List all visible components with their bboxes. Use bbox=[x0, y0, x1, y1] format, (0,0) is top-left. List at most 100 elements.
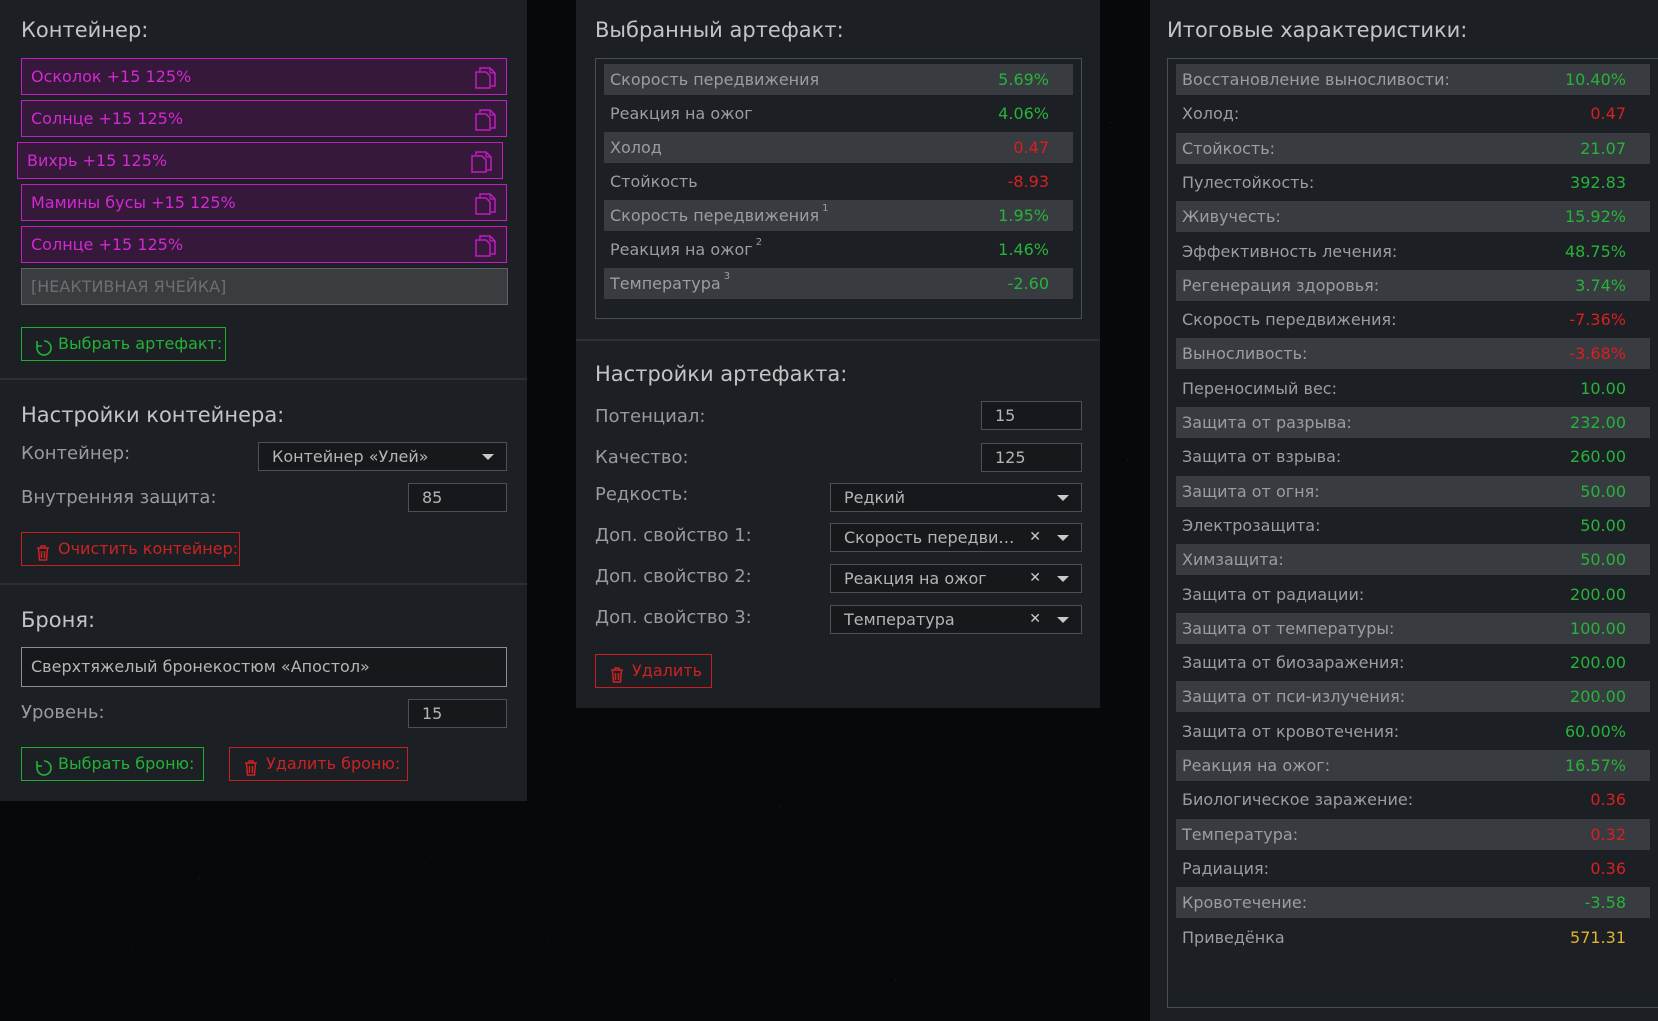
inner-protection-input[interactable]: 85 bbox=[408, 483, 507, 512]
artifact-stat-row: Скорость передвижения 5.69% bbox=[604, 64, 1073, 95]
container-type-value: Контейнер «Улей» bbox=[272, 447, 429, 466]
artifact-stat-row: Температура 3 -2.60 bbox=[604, 268, 1073, 299]
armor-title: Броня: bbox=[21, 608, 96, 632]
stat-label: Биологическое заражение: bbox=[1182, 790, 1414, 810]
clear-x-icon[interactable]: ✕ bbox=[1029, 524, 1041, 551]
delete-armor-label: Удалить броню: bbox=[266, 754, 401, 773]
final-stat-row: Защита от огня: 50.00 bbox=[1176, 475, 1650, 507]
stat-label: Скорость передвижения: bbox=[1182, 310, 1397, 330]
final-stat-row: Защита от температуры: 100.00 bbox=[1176, 612, 1650, 644]
artifact-slot[interactable]: Мамины бусы +15 125% bbox=[21, 184, 507, 221]
copy-icon[interactable] bbox=[474, 234, 496, 270]
copy-icon[interactable] bbox=[474, 108, 496, 144]
stat-value: 200.00 bbox=[1570, 584, 1626, 604]
quality-input[interactable]: 125 bbox=[981, 443, 1082, 472]
prop3-select[interactable]: Температура ✕ bbox=[830, 605, 1082, 634]
stat-label: Реакция на ожог: bbox=[1182, 756, 1331, 775]
stat-label: Защита от разрыва: bbox=[1182, 413, 1352, 432]
stat-footnote: 3 bbox=[723, 271, 731, 282]
final-stats-box: Восстановление выносливости: 10.40% Холод:… bbox=[1167, 58, 1658, 1008]
stat-value: 0.47 bbox=[1013, 138, 1049, 157]
stat-label: Живучесть: bbox=[1182, 207, 1281, 227]
artifact-slot[interactable]: Осколок +15 125% bbox=[21, 58, 507, 95]
stat-value: 21.07 bbox=[1580, 138, 1626, 158]
stat-value: 48.75% bbox=[1564, 241, 1626, 261]
copy-icon[interactable] bbox=[474, 192, 496, 228]
stat-label: Холод: bbox=[1182, 104, 1240, 124]
trash-icon bbox=[243, 756, 259, 788]
artifact-slot[interactable]: Солнце +15 125% bbox=[21, 226, 507, 263]
final-stat-row: Пулестойкость: 392.83 bbox=[1176, 167, 1650, 198]
chevron-down-icon bbox=[482, 454, 494, 460]
slot-label: Осколок +15 125% bbox=[31, 67, 192, 86]
potential-input[interactable]: 15 bbox=[981, 401, 1082, 430]
stat-label: Восстановление выносливости: bbox=[1182, 70, 1450, 89]
stat-label: Температура 3 bbox=[610, 271, 731, 293]
artifact-slot[interactable]: Вихрь +15 125% bbox=[17, 142, 503, 179]
stat-label: Приведёнка bbox=[1182, 927, 1285, 947]
prop1-select[interactable]: Скорость передвижения ✕ bbox=[830, 523, 1082, 552]
stat-label: Температура: bbox=[1182, 824, 1299, 844]
armor-level-input[interactable]: 15 bbox=[408, 699, 507, 728]
final-stat-row: Приведёнка 571.31 bbox=[1176, 922, 1650, 953]
stat-label: Защита от радиации: bbox=[1182, 584, 1365, 604]
artifact-stat-row: Скорость передвижения 1 1.95% bbox=[604, 200, 1073, 231]
select-armor-button[interactable]: Выбрать броню: bbox=[21, 747, 204, 781]
clear-container-label: Очистить контейнер: bbox=[58, 539, 239, 558]
final-stat-row: Защита от разрыва: 232.00 bbox=[1176, 407, 1650, 438]
artifact-stat-row: Холод 0.47 bbox=[604, 132, 1073, 163]
prop2-select[interactable]: Реакция на ожог ✕ bbox=[830, 564, 1082, 593]
slot-label: Вихрь +15 125% bbox=[27, 151, 168, 170]
final-stats-title: Итоговые характеристики: bbox=[1167, 18, 1468, 42]
stat-value: 4.06% bbox=[998, 104, 1049, 123]
final-stat-row: Выносливость: -3.68% bbox=[1176, 338, 1650, 370]
divider bbox=[576, 339, 1100, 341]
stat-value: -7.36% bbox=[1569, 310, 1626, 330]
stat-value: 60.00% bbox=[1564, 721, 1626, 741]
clear-x-icon[interactable]: ✕ bbox=[1029, 606, 1041, 633]
stat-value: 232.00 bbox=[1570, 413, 1626, 432]
stat-label: Радиация: bbox=[1182, 858, 1270, 878]
delete-artifact-button[interactable]: Удалить bbox=[595, 654, 712, 688]
artifact-slot[interactable]: Солнце +15 125% bbox=[21, 100, 507, 137]
prop3-value: Температура bbox=[844, 610, 955, 629]
container-settings-title: Настройки контейнера: bbox=[21, 403, 285, 427]
final-stat-row: Холод: 0.47 bbox=[1176, 98, 1650, 129]
final-stat-row: Живучесть: 15.92% bbox=[1176, 201, 1650, 233]
stat-label: Защита от кровотечения: bbox=[1182, 721, 1400, 741]
select-artifact-button[interactable]: Выбрать артефакт: bbox=[21, 327, 226, 361]
copy-icon[interactable] bbox=[470, 150, 492, 186]
stat-label: Защита от огня: bbox=[1182, 481, 1320, 501]
container-type-label: Контейнер: bbox=[21, 443, 131, 464]
stat-label: Защита от взрыва: bbox=[1182, 447, 1342, 467]
rarity-select[interactable]: Редкий bbox=[830, 483, 1082, 512]
stat-value: 0.32 bbox=[1590, 824, 1626, 844]
artifact-stat-row: Стойкость -8.93 bbox=[604, 166, 1073, 197]
final-stat-row: Кровотечение: -3.58 bbox=[1176, 887, 1650, 919]
clear-x-icon[interactable]: ✕ bbox=[1029, 565, 1041, 592]
final-stats-panel: Итоговые характеристики: Восстановление … bbox=[1150, 0, 1658, 1021]
refresh-icon bbox=[35, 336, 53, 368]
artifact-settings-title: Настройки артефакта: bbox=[595, 362, 848, 386]
slot-label: Солнце +15 125% bbox=[31, 235, 184, 254]
stat-label: Реакция на ожог bbox=[610, 104, 753, 123]
copy-icon[interactable] bbox=[474, 66, 496, 102]
stat-label: Скорость передвижения bbox=[610, 70, 820, 89]
armor-name-input[interactable]: Сверхтяжелый бронекостюм «Апостол» bbox=[21, 647, 507, 687]
final-stat-row: Химзащита: 50.00 bbox=[1176, 544, 1650, 576]
selected-artifact-title: Выбранный артефакт: bbox=[595, 18, 844, 42]
stat-label: Стойкость: bbox=[1182, 138, 1276, 158]
stat-label: Кровотечение: bbox=[1182, 893, 1308, 913]
final-stat-row: Защита от взрыва: 260.00 bbox=[1176, 441, 1650, 472]
stat-value: 0.36 bbox=[1590, 858, 1626, 878]
stat-value: 571.31 bbox=[1570, 927, 1626, 947]
prop1-value: Скорость передвижения bbox=[844, 528, 1021, 547]
clear-container-button[interactable]: Очистить контейнер: bbox=[21, 532, 240, 566]
stat-value: 260.00 bbox=[1570, 447, 1626, 467]
select-armor-label: Выбрать броню: bbox=[58, 754, 195, 773]
inner-protection-label: Внутренняя защита: bbox=[21, 487, 217, 508]
delete-armor-button[interactable]: Удалить броню: bbox=[229, 747, 408, 781]
stat-value: 200.00 bbox=[1570, 653, 1626, 673]
container-type-select[interactable]: Контейнер «Улей» bbox=[258, 442, 507, 471]
stat-value: 50.00 bbox=[1580, 515, 1626, 535]
